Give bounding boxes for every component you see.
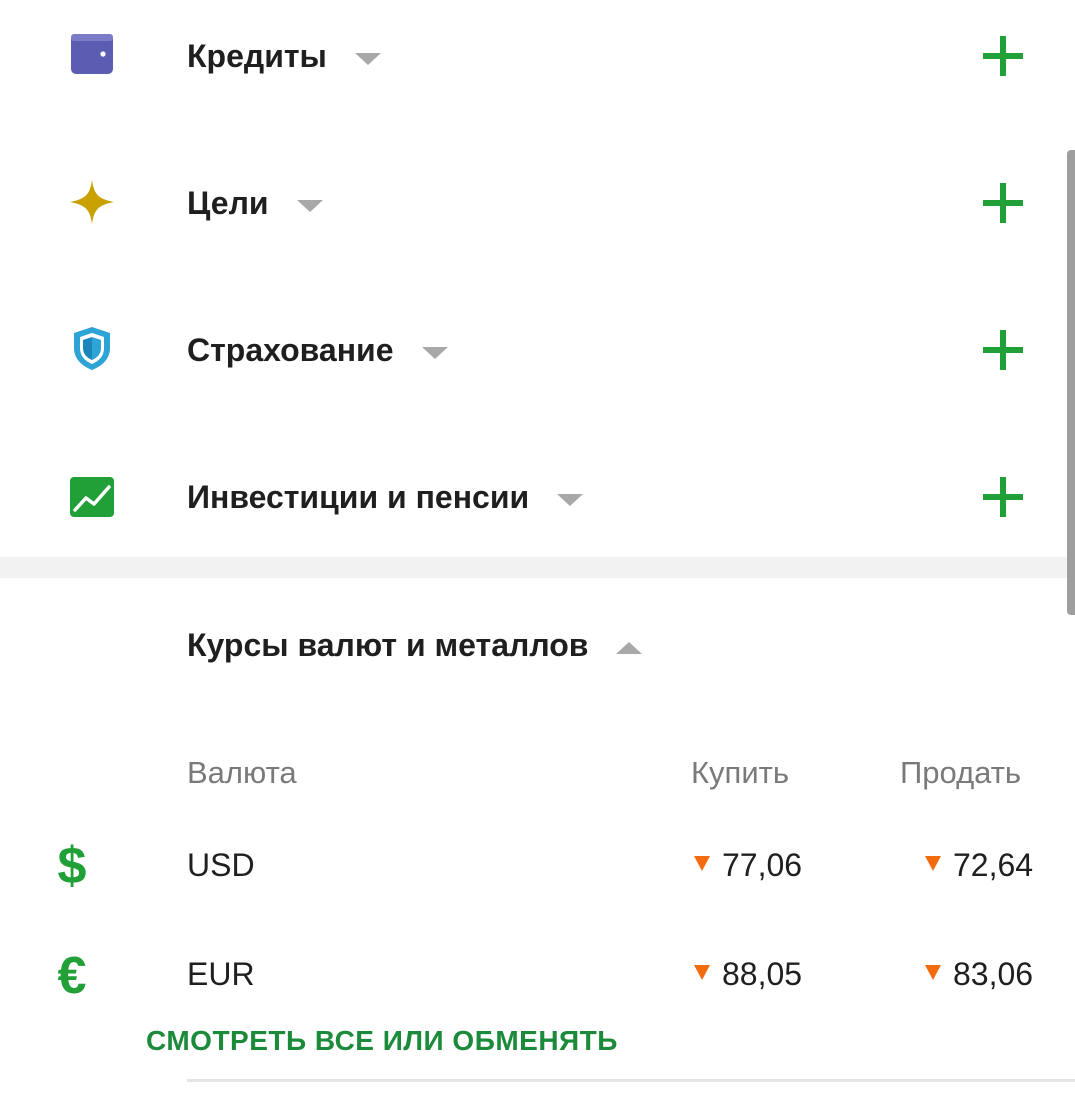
section-divider xyxy=(0,557,1075,578)
section-label: Инвестиции и пенсии xyxy=(187,479,530,515)
chevron-up-icon[interactable] xyxy=(616,641,643,654)
section-title-goals: Цели xyxy=(187,183,323,223)
trend-down-icon xyxy=(694,856,710,872)
chevron-down-icon[interactable] xyxy=(296,199,323,212)
add-goal-button[interactable] xyxy=(983,183,1023,223)
sell-value: 72,64 xyxy=(953,847,1034,883)
section-credits[interactable]: Кредиты xyxy=(0,0,1075,147)
add-insurance-button[interactable] xyxy=(983,330,1023,370)
header-sell: Продать xyxy=(900,755,1022,790)
bottom-divider xyxy=(187,1079,1075,1082)
trend-down-icon xyxy=(925,856,941,872)
dollar-icon: $ xyxy=(57,837,87,895)
chevron-down-icon[interactable] xyxy=(421,346,448,359)
shield-icon xyxy=(74,327,110,370)
buy-value: 77,06 xyxy=(722,847,803,883)
buy-rate: 77,06 xyxy=(694,845,802,885)
scrollbar[interactable] xyxy=(1067,150,1075,615)
add-investment-button[interactable] xyxy=(983,477,1023,517)
header-currency: Валюта xyxy=(187,755,297,790)
buy-rate: 88,05 xyxy=(694,954,802,994)
chevron-down-icon[interactable] xyxy=(354,52,381,65)
star-icon xyxy=(70,180,114,224)
section-label: Кредиты xyxy=(187,38,327,74)
currency-code: EUR xyxy=(187,956,255,992)
section-title-investments: Инвестиции и пенсии xyxy=(187,477,584,517)
view-all-exchange-link[interactable]: СМОТРЕТЬ ВСЕ ИЛИ ОБМЕНЯТЬ xyxy=(146,1024,618,1058)
rates-title[interactable]: Курсы валют и металлов xyxy=(187,625,643,665)
section-label: Страхование xyxy=(187,332,394,368)
buy-value: 88,05 xyxy=(722,956,803,992)
currency-code: USD xyxy=(187,847,255,883)
add-credit-button[interactable] xyxy=(983,36,1023,76)
section-goals[interactable]: Цели xyxy=(0,147,1075,294)
rates-title-label: Курсы валют и металлов xyxy=(187,627,589,663)
sell-rate: 72,64 xyxy=(925,845,1033,885)
section-label: Цели xyxy=(187,185,269,221)
chart-icon xyxy=(70,477,114,517)
header-buy: Купить xyxy=(691,755,790,790)
section-title-insurance: Страхование xyxy=(187,330,448,370)
section-title-credits: Кредиты xyxy=(187,36,381,76)
section-insurance[interactable]: Страхование xyxy=(0,294,1075,441)
wallet-icon xyxy=(71,34,113,74)
sell-rate: 83,06 xyxy=(925,954,1033,994)
trend-down-icon xyxy=(925,965,941,981)
euro-icon: € xyxy=(57,947,87,1005)
sell-value: 83,06 xyxy=(953,956,1034,992)
trend-down-icon xyxy=(694,965,710,981)
chevron-down-icon[interactable] xyxy=(557,493,584,506)
